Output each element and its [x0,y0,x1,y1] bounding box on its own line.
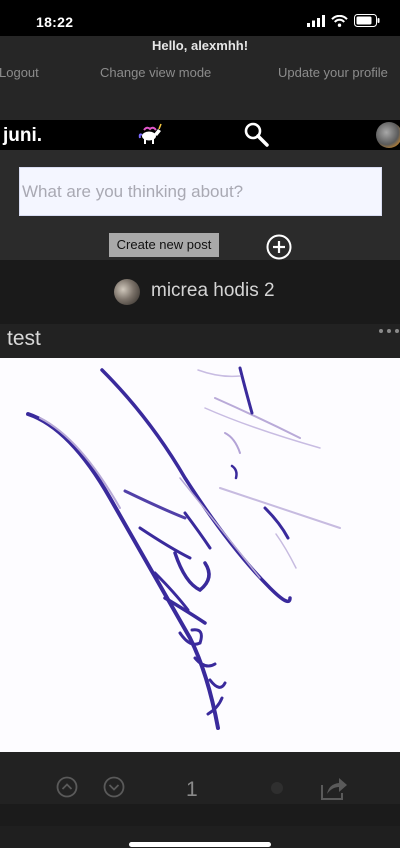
wifi-icon [331,14,348,27]
post-header: test [0,324,400,358]
bottom-bar [0,826,400,848]
share-icon[interactable] [320,775,348,801]
bottom-strip [0,804,400,826]
status-time: 18:22 [36,14,74,30]
more-dots-icon[interactable] [378,327,400,335]
app-bar: juni. [0,120,400,150]
home-indicator[interactable] [129,842,271,847]
author-avatar[interactable] [114,279,140,305]
unicorn-icon[interactable] [138,123,162,145]
handwritten-drawing [26,366,341,730]
post-image [0,358,400,752]
status-icons [307,14,380,27]
add-circle-icon[interactable] [265,233,293,261]
battery-icon [354,14,380,27]
logout-link[interactable]: Logout [0,65,39,80]
author-name[interactable]: micrea hodis 2 [151,280,275,302]
vote-count: 1 [186,778,198,801]
app-screen: 18:22 Hello, alexmhh! Logout Change view… [0,0,400,848]
chevron-down-circle-icon[interactable] [103,776,125,798]
post-author-row[interactable]: micrea hodis 2 [0,260,400,324]
status-bar: 18:22 [0,0,400,36]
create-post-button[interactable]: Create new post [109,233,219,257]
search-icon[interactable] [242,121,270,149]
post-composer: Create new post [0,150,400,260]
top-header: Hello, alexmhh! Logout Change view mode … [0,36,400,120]
signal-icon [307,14,325,27]
update-profile-link[interactable]: Update your profile [278,65,388,80]
app-logo[interactable]: juni. [3,125,42,147]
greeting: Hello, alexmhh! [151,38,249,53]
user-avatar[interactable] [376,122,400,148]
dot-icon [271,782,283,794]
post-actions: 1 [0,752,400,804]
chevron-up-circle-icon[interactable] [56,776,78,798]
post-title: test [7,327,41,350]
change-view-link[interactable]: Change view mode [100,65,211,80]
post-input[interactable] [19,167,382,216]
